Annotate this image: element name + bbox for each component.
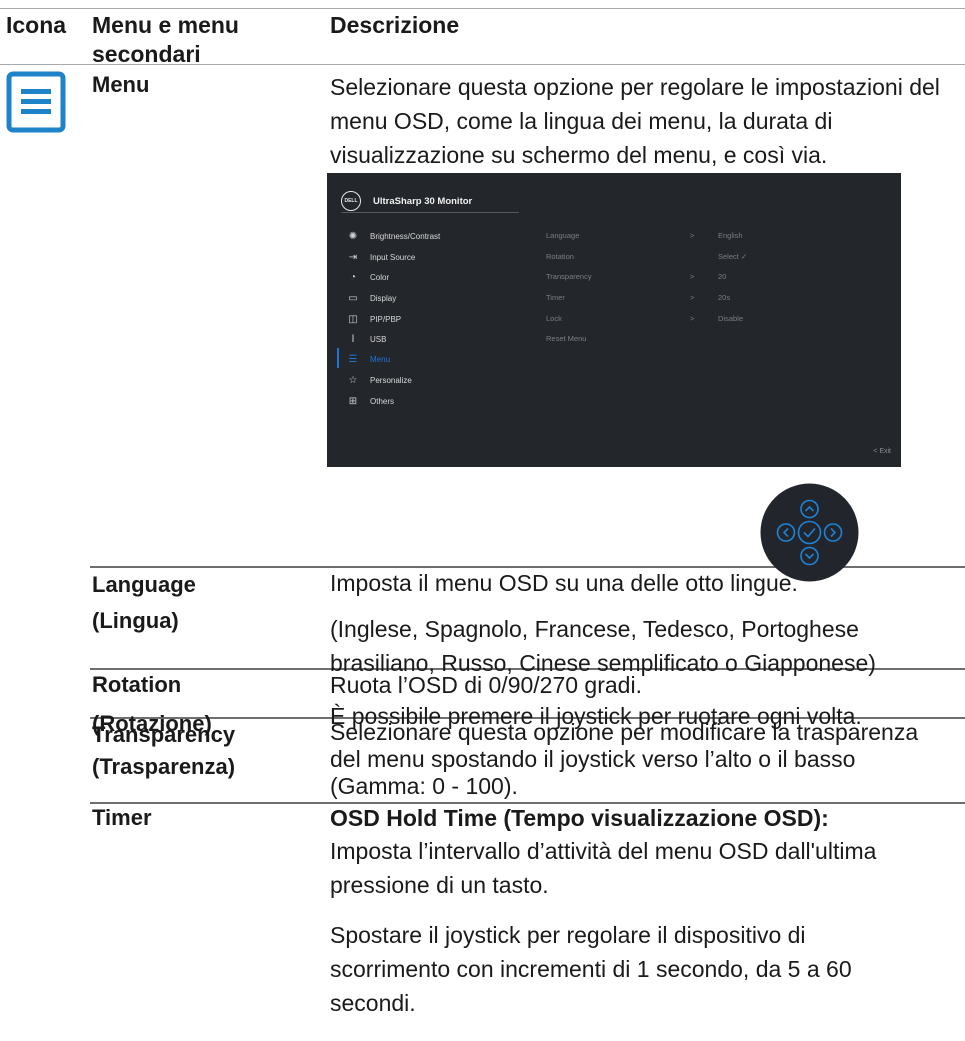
header-menu-col: Menu e menu secondari <box>92 11 239 69</box>
osd-menu-item-label: Others <box>370 396 395 406</box>
timer-desc-line: Imposta l’intervallo d’attività del menu… <box>330 838 877 864</box>
transparency-row-name: Transparency (Trasparenza) <box>92 719 235 783</box>
transparency-name-line: (Trasparenza) <box>92 754 236 779</box>
menu-list-icon <box>6 71 66 133</box>
osd-submenu-label: Reset Menu <box>546 334 587 343</box>
header-menu-line2: secondari <box>92 41 201 67</box>
language-row-name: Language (Lingua) <box>92 567 196 639</box>
osd-submenu-label: Lock <box>546 314 562 323</box>
osd-exit-button[interactable]: < Exit <box>873 448 891 455</box>
osd-submenu-value: Disable <box>718 314 744 323</box>
osd-menu-item-label: USB <box>370 334 387 344</box>
osd-submenu-reset-menu[interactable]: Reset Menu <box>546 329 891 349</box>
osd-menu-item-label: Input Source <box>370 252 416 262</box>
timer-desc-heading: OSD Hold Time (Tempo visualizzazione OSD… <box>330 805 829 831</box>
transparency-desc-line: Selezionare questa opzione per modificar… <box>330 719 919 745</box>
timer-desc-line: pressione di un tasto. <box>330 872 549 898</box>
language-desc-line: Imposta il menu OSD su una delle otto li… <box>330 570 798 596</box>
header-desc-col: Descrizione <box>330 12 460 38</box>
header-icon-col: Icona <box>6 12 67 38</box>
usb-icon: ⵏ <box>351 333 355 345</box>
osd-submenu-label: Language <box>546 231 580 240</box>
timer-desc-line: scorrimento con incrementi di 1 secondo,… <box>330 956 852 982</box>
chevron-right-icon: > <box>690 272 695 281</box>
osd-menu-item-label: Menu <box>370 354 391 364</box>
color-icon: ◔ <box>349 271 357 283</box>
menu-icon: ☰ <box>348 353 358 365</box>
osd-submenu-value: 20s <box>718 293 731 302</box>
osd-menu-item-label: Brightness/Contrast <box>370 231 441 241</box>
brightness-icon: ✺ <box>348 230 358 242</box>
display-icon: ▭ <box>348 292 358 304</box>
osd-separator <box>341 212 519 213</box>
osd-title: UltraSharp 30 Monitor <box>373 195 473 207</box>
osd-submenu-rotation[interactable]: Rotation Select ✓ <box>546 247 891 267</box>
osd-menu-item-label: Color <box>370 272 390 282</box>
star-icon: ☆ <box>348 374 358 386</box>
header-menu-line1: Menu e menu <box>92 12 239 38</box>
osd-submenu-label: Transparency <box>546 272 592 281</box>
osd-menu-item-label: Personalize <box>370 375 412 385</box>
chevron-right-icon: > <box>690 231 695 240</box>
timer-desc-line: Spostare il joystick per regolare il dis… <box>330 922 806 948</box>
input-source-icon: ⇥ <box>348 251 358 263</box>
language-desc-line: (Inglese, Spagnolo, Francese, Tedesco, P… <box>330 616 859 642</box>
osd-screenshot: DELL UltraSharp 30 Monitor ✺ Brightness/… <box>327 173 901 467</box>
transparency-row-description: Selezionare questa opzione per modificar… <box>330 719 918 800</box>
table-top-rule <box>0 8 965 9</box>
osd-submenu-value: 20 <box>718 272 727 281</box>
osd-submenu-language[interactable]: Language > English <box>546 226 891 246</box>
dell-logo: DELL <box>341 191 361 211</box>
osd-submenu-timer[interactable]: Timer > 20s <box>546 288 891 308</box>
chevron-right-icon: > <box>690 293 695 302</box>
transparency-name-line: Transparency <box>92 722 236 747</box>
osd-submenu-lock[interactable]: Lock > Disable <box>546 309 891 329</box>
others-icon: ⊞ <box>348 395 358 407</box>
language-name-line: Language <box>92 572 196 597</box>
transparency-desc-line: (Gamma: 0 - 100). <box>330 773 518 799</box>
rotation-desc-line: Ruota l’OSD di 0/90/270 gradi. <box>330 672 642 698</box>
osd-menu-item-label: PIP/PBP <box>370 314 402 324</box>
osd-submenu-label: Rotation <box>546 252 574 261</box>
rotation-name-line: Rotation <box>92 672 182 697</box>
osd-submenu-transparency[interactable]: Transparency > 20 <box>546 267 891 287</box>
chevron-right-icon: > <box>690 314 695 323</box>
menu-row-description: Selezionare questa opzione per regolare … <box>330 74 940 168</box>
osd-submenu-label: Timer <box>546 293 565 302</box>
menu-row-name: Menu <box>92 72 150 97</box>
language-name-line: (Lingua) <box>92 608 179 633</box>
pip-pbp-icon: ◫ <box>348 313 358 325</box>
timer-desc-line: secondi. <box>330 990 416 1016</box>
transparency-desc-line: del menu spostando il joystick verso l’a… <box>330 746 856 772</box>
osd-submenu-value: Select ✓ <box>718 252 748 261</box>
osd-submenu-value: English <box>718 231 743 240</box>
timer-row-name: Timer <box>92 805 152 830</box>
osd-active-indicator <box>337 348 339 368</box>
osd-header: DELL UltraSharp 30 Monitor <box>341 191 472 211</box>
language-row-description: Imposta il menu OSD su una delle otto li… <box>330 566 876 680</box>
timer-row-description: OSD Hold Time (Tempo visualizzazione OSD… <box>330 803 876 1020</box>
osd-menu-item-label: Display <box>370 293 397 303</box>
